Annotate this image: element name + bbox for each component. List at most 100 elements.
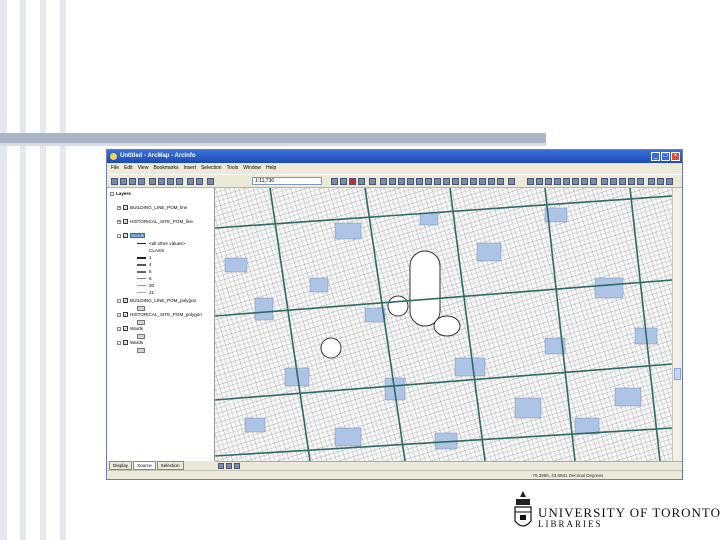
refresh-icon[interactable] [234, 463, 240, 469]
toc-layer-item[interactable]: + ✓ HISTORICAL_SITE_POM_line [117, 219, 193, 225]
toc-layer-item[interactable]: - ✓ Wards [117, 340, 143, 346]
zoom-out-icon[interactable] [536, 178, 543, 185]
menu-selection[interactable]: Selection [201, 163, 222, 174]
redo-icon[interactable] [196, 178, 203, 185]
print-icon[interactable] [138, 178, 145, 185]
add-data-icon[interactable] [207, 178, 214, 185]
paste-icon[interactable] [167, 178, 174, 185]
menu-tools[interactable]: Tools [227, 163, 239, 174]
identify-icon[interactable] [369, 178, 376, 185]
scroll-thumb[interactable] [674, 368, 681, 380]
undo-icon[interactable] [187, 178, 194, 185]
zoom-in-icon[interactable] [527, 178, 534, 185]
layer-visibility-checkbox[interactable]: ✓ [123, 205, 128, 211]
menu-view[interactable]: View [138, 163, 149, 174]
new-document-icon[interactable] [111, 178, 118, 185]
collapse-icon[interactable]: - [117, 340, 121, 345]
collapse-icon[interactable]: - [117, 312, 121, 317]
arctoolbox-icon[interactable] [340, 178, 347, 185]
tab-source[interactable]: Source [133, 461, 156, 470]
info-icon[interactable] [619, 178, 626, 185]
georef-tool-icon[interactable] [407, 178, 414, 185]
collapse-icon[interactable]: - [117, 233, 121, 238]
collapse-icon[interactable]: - [110, 191, 114, 196]
georef-tool-icon[interactable] [425, 178, 432, 185]
fixed-zoom-in-icon[interactable] [545, 178, 552, 185]
full-extent-icon[interactable] [572, 178, 579, 185]
toc-layer-item[interactable]: + ✓ BUILDING_LINE_POM_line [117, 205, 187, 211]
collapse-icon[interactable]: - [117, 326, 121, 331]
cut-icon[interactable] [149, 178, 156, 185]
layer-visibility-checkbox[interactable]: ✓ [123, 233, 128, 239]
find-icon[interactable] [628, 178, 635, 185]
fixed-zoom-out-icon[interactable] [554, 178, 561, 185]
georef-tool-icon[interactable] [398, 178, 405, 185]
editor-icon[interactable] [331, 178, 338, 185]
layout-view-icon[interactable] [226, 463, 232, 469]
toc-layer-item[interactable]: - ✓ Wards [117, 326, 143, 332]
hyperlink-icon[interactable] [648, 178, 655, 185]
menu-help[interactable]: Help [266, 163, 276, 174]
georef-tool-icon[interactable] [443, 178, 450, 185]
georef-tool-icon[interactable] [389, 178, 396, 185]
georef-tool-icon[interactable] [452, 178, 459, 185]
legend-item: 21 [137, 290, 154, 295]
select-features-icon[interactable] [601, 178, 608, 185]
close-button[interactable]: × [671, 152, 680, 161]
toc-layer-item[interactable]: - ✓ HISTORICAL_SITE_POM_polygon [117, 312, 202, 318]
layer-visibility-checkbox[interactable]: ✓ [123, 312, 128, 318]
toc-layer-item[interactable]: - ✓ BUILDING_LINE_POM_polygon [117, 298, 197, 304]
georef-tool-icon[interactable] [461, 178, 468, 185]
tab-selection[interactable]: Selection [156, 461, 184, 470]
layer-visibility-checkbox[interactable]: ✓ [123, 219, 128, 225]
menu-insert[interactable]: Insert [183, 163, 196, 174]
vertical-scrollbar[interactable] [672, 188, 682, 461]
menu-window[interactable]: Window [243, 163, 261, 174]
select-elements-icon[interactable] [610, 178, 617, 185]
toc-layer-item[interactable]: - ✓ Wards [117, 233, 146, 239]
copy-icon[interactable] [158, 178, 165, 185]
pan-icon[interactable] [563, 178, 570, 185]
delete-icon[interactable] [176, 178, 183, 185]
expand-icon[interactable]: + [117, 205, 121, 210]
collapse-icon[interactable]: - [117, 298, 121, 303]
time-slider-icon[interactable] [666, 178, 673, 185]
georef-tool-icon[interactable] [508, 178, 515, 185]
layer-visibility-checkbox[interactable]: ✓ [123, 340, 128, 346]
georef-tool-icon[interactable] [380, 178, 387, 185]
georef-tool-icon[interactable] [497, 178, 504, 185]
map-scale-box[interactable]: 1:11,736 [252, 177, 322, 185]
title-bar[interactable]: Untitled - ArcMap - ArcInfo _ □ × [107, 150, 682, 163]
stop-icon[interactable] [349, 178, 356, 185]
polygon-symbol-icon [137, 306, 145, 311]
georef-tool-icon[interactable] [479, 178, 486, 185]
catalog-icon[interactable] [358, 178, 365, 185]
street-map[interactable] [215, 188, 672, 461]
toc-root[interactable]: - Layers [110, 191, 131, 196]
menu-file[interactable]: File [111, 163, 119, 174]
measure-icon[interactable] [637, 178, 644, 185]
map-view[interactable] [215, 188, 672, 461]
decor-stripe [20, 0, 26, 540]
forward-extent-icon[interactable] [590, 178, 597, 185]
line-symbol-icon [137, 292, 146, 294]
layer-visibility-checkbox[interactable]: ✓ [123, 298, 128, 304]
back-extent-icon[interactable] [581, 178, 588, 185]
maximize-button[interactable]: □ [661, 152, 670, 161]
save-icon[interactable] [129, 178, 136, 185]
georef-tool-icon[interactable] [434, 178, 441, 185]
georef-tool-icon[interactable] [488, 178, 495, 185]
legend-label: 6 [149, 276, 152, 281]
open-icon[interactable] [120, 178, 127, 185]
layer-visibility-checkbox[interactable]: ✓ [123, 326, 128, 332]
menu-edit[interactable]: Edit [124, 163, 133, 174]
tab-display[interactable]: Display [109, 461, 133, 470]
expand-icon[interactable]: + [117, 219, 121, 224]
html-popup-icon[interactable] [657, 178, 664, 185]
layer-name: BUILDING_LINE_POM_polygon [130, 298, 197, 303]
menu-bookmarks[interactable]: Bookmarks [153, 163, 178, 174]
georef-tool-icon[interactable] [470, 178, 477, 185]
georef-tool-icon[interactable] [416, 178, 423, 185]
minimize-button[interactable]: _ [651, 152, 660, 161]
data-view-icon[interactable] [218, 463, 224, 469]
